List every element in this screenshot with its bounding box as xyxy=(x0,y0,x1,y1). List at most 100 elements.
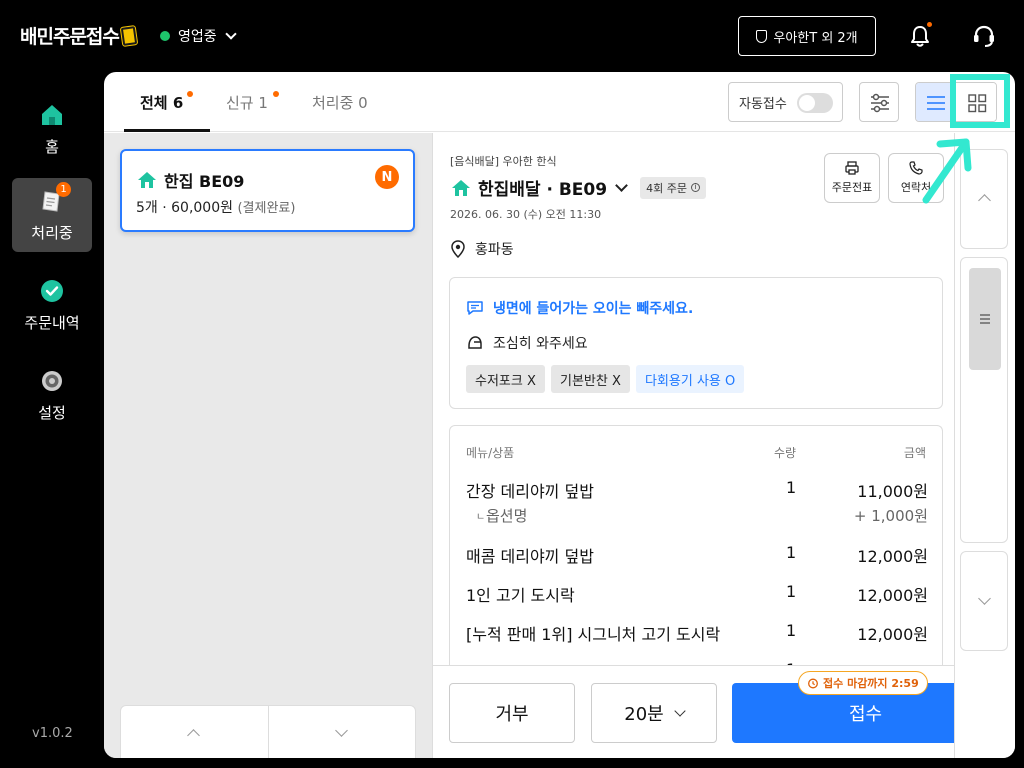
menu-option-name: 옵션명 xyxy=(486,507,528,525)
top-bar: 배민주문접수 영업중 우아한T 외 2개 xyxy=(0,0,1024,72)
menu-item-qty: 1 xyxy=(786,621,797,640)
nav-item-order-history[interactable]: 주문내역 xyxy=(12,268,92,342)
main-panel: 전체 6 신규 1 처리중 0 자동접수 한집 BE09 5개 · 60,000… xyxy=(104,72,1015,758)
chevron-up-icon xyxy=(187,729,200,742)
helmet-icon xyxy=(468,336,482,349)
store-request-text: 냉면에 들어가는 오이는 빼주세요. xyxy=(493,301,694,317)
filter-button[interactable] xyxy=(859,82,899,122)
app-version: v1.0.2 xyxy=(32,726,73,741)
tab-all[interactable]: 전체 6 xyxy=(140,92,183,113)
headset-icon xyxy=(974,25,994,47)
order-action-bar: 거부 20분 접수 접수 마감까지 2:59 xyxy=(433,665,954,758)
rider-request-text: 조심히 와주세요 xyxy=(493,336,588,352)
order-count-badge: 4회 주문 i xyxy=(640,176,706,199)
order-tabs: 전체 6 신규 1 처리중 0 자동접수 xyxy=(104,72,1015,132)
home-delivery-icon xyxy=(452,179,470,196)
notification-dot xyxy=(927,22,932,27)
menu-option-price: + 1,000원 xyxy=(853,507,928,525)
nav-item-home-label: 홈 xyxy=(45,137,59,156)
chevron-down-icon xyxy=(224,28,237,40)
order-card-title-text: 한집 BE09 xyxy=(164,172,245,191)
receipt-icon-wrap: 1 xyxy=(39,181,71,214)
print-receipt-label: 주문전표 xyxy=(831,181,873,194)
app-logo-text: 배민주문접수 xyxy=(20,26,120,48)
store-status-label: 영업중 xyxy=(178,29,217,45)
gear-icon xyxy=(42,370,62,391)
scroll-thumb[interactable] xyxy=(969,268,1001,370)
home-delivery-icon xyxy=(138,172,156,188)
nav-item-settings[interactable]: 설정 xyxy=(12,358,92,432)
scroll-down-button[interactable] xyxy=(960,551,1008,651)
order-card-summary: 5개 · 60,000원 (결제완료) xyxy=(136,197,295,217)
order-datetime: 2026. 06. 30 (수) 오전 11:30 xyxy=(450,208,602,221)
side-nav: 홈 1 처리중 주문내역 설정 v1.0.2 xyxy=(0,72,104,768)
chevron-down-icon xyxy=(674,704,686,717)
menu-item-qty: 1 xyxy=(786,478,797,497)
app-logo: 배민주문접수 xyxy=(20,22,138,49)
support-button[interactable] xyxy=(969,22,999,50)
chevron-down-icon xyxy=(615,178,628,192)
order-card[interactable]: 한집 BE09 5개 · 60,000원 (결제완료) N xyxy=(120,149,415,232)
auto-accept-control: 자동접수 xyxy=(728,82,843,122)
order-detail-title[interactable]: 한집배달 · BE09 4회 주문 i xyxy=(450,175,706,200)
accept-label: 접수 xyxy=(848,704,883,725)
home-icon xyxy=(42,104,62,125)
auto-accept-toggle[interactable] xyxy=(797,93,833,113)
menu-item-qty: 1 xyxy=(786,582,797,601)
order-card-payment-status: (결제완료) xyxy=(237,201,296,216)
status-dot-icon xyxy=(160,31,170,41)
shop-shield-icon xyxy=(756,29,768,43)
cooking-time-select[interactable]: 20분 xyxy=(591,683,717,743)
shop-selector-button[interactable]: 우아한T 외 2개 xyxy=(738,16,876,56)
scroll-track[interactable] xyxy=(960,257,1008,543)
menu-item-price: 11,000원 xyxy=(857,482,928,501)
menu-item-name: 간장 데리야끼 덮밥 xyxy=(466,482,594,501)
menu-table: 메뉴/상품 수량 금액 간장 데리야끼 덮밥 1 11,000원 ㄴ 옵션명 +… xyxy=(449,425,943,685)
order-detail-title-text: 한집배달 · BE09 xyxy=(478,180,608,200)
menu-item-name: 1인 고기 도시락 xyxy=(466,586,575,605)
shop-selector-label: 우아한T 외 2개 xyxy=(773,30,858,46)
delivery-location: 홍파동 xyxy=(450,239,514,259)
order-card-amount: 5개 · 60,000원 xyxy=(136,200,234,216)
sliders-icon xyxy=(871,93,889,113)
store-status-dropdown[interactable]: 영업중 xyxy=(160,26,237,46)
menu-header-qty: 수량 xyxy=(774,446,797,460)
map-pin-icon xyxy=(451,240,465,258)
notification-button[interactable] xyxy=(906,22,934,50)
print-receipt-button[interactable]: 주문전표 xyxy=(824,153,880,203)
list-page-down-button[interactable] xyxy=(269,706,416,758)
tab-new[interactable]: 신규 1 xyxy=(226,92,268,113)
nav-item-order-history-label: 주문내역 xyxy=(24,313,80,332)
new-order-badge: N xyxy=(375,165,399,189)
rider-request: 조심히 와주세요 xyxy=(466,333,588,353)
option-branch-icon: ㄴ xyxy=(476,512,486,523)
chat-icon xyxy=(467,301,483,315)
tab-processing[interactable]: 처리중 0 xyxy=(312,92,368,113)
chevron-up-icon xyxy=(978,194,991,207)
nav-item-processing[interactable]: 1 처리중 xyxy=(12,178,92,252)
chip-reusable-container: 다회용기 사용 O xyxy=(636,365,745,393)
order-category: [음식배달] 우아한 한식 xyxy=(450,155,557,168)
request-notes: 냉면에 들어가는 오이는 빼주세요. 조심히 와주세요 수저포크 X 기본반찬 … xyxy=(449,277,943,409)
store-request: 냉면에 들어가는 오이는 빼주세요. xyxy=(466,298,693,318)
list-page-up-button[interactable] xyxy=(121,706,268,758)
tab-all-dot xyxy=(187,91,193,97)
pointer-arrow-icon xyxy=(922,138,972,204)
menu-item-price: 12,000원 xyxy=(857,547,928,566)
menu-item-price: 12,000원 xyxy=(857,625,928,644)
nav-item-processing-label: 처리중 xyxy=(31,223,73,242)
detail-scroller xyxy=(954,133,1015,758)
chevron-down-icon xyxy=(335,724,348,737)
delivery-location-text: 홍파동 xyxy=(475,242,514,258)
accept-deadline-badge: 접수 마감까지 2:59 xyxy=(798,671,928,695)
order-detail-panel: [음식배달] 우아한 한식 한집배달 · BE09 4회 주문 i 2026. … xyxy=(432,133,954,758)
chip-no-cutlery: 수저포크 X xyxy=(466,365,545,393)
list-pager xyxy=(120,705,416,758)
reject-button[interactable]: 거부 xyxy=(449,683,575,743)
menu-item-name: [누적 판매 1위] 시그니처 고기 도시락 xyxy=(466,625,721,644)
drag-handle-icon xyxy=(980,314,990,324)
menu-header-name: 메뉴/상품 xyxy=(466,446,515,460)
nav-item-home[interactable]: 홈 xyxy=(12,92,92,166)
tab-new-dot xyxy=(273,91,279,97)
order-count-label: 4회 주문 xyxy=(646,181,687,195)
